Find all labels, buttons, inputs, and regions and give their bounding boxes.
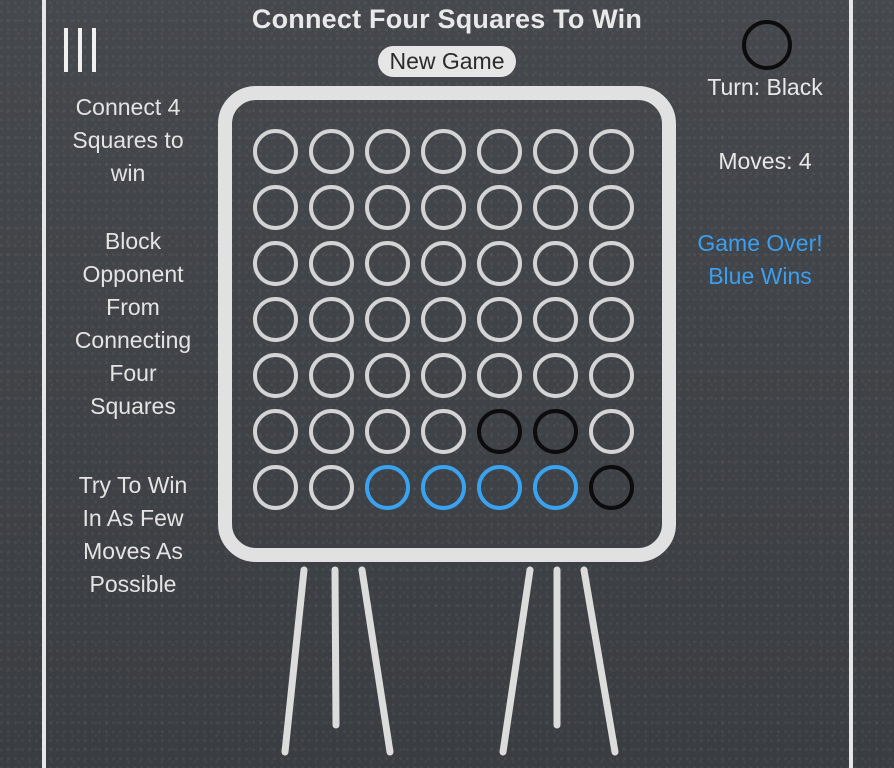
board-cell-empty[interactable] bbox=[309, 241, 354, 286]
board-cell-empty[interactable] bbox=[253, 241, 298, 286]
board-cell-empty[interactable] bbox=[365, 185, 410, 230]
board-cell-empty[interactable] bbox=[589, 297, 634, 342]
board-cell-empty[interactable] bbox=[365, 353, 410, 398]
board-cell-empty[interactable] bbox=[309, 409, 354, 454]
board-cell-empty[interactable] bbox=[533, 185, 578, 230]
board-cell-empty[interactable] bbox=[421, 297, 466, 342]
board-cell-empty[interactable] bbox=[421, 353, 466, 398]
board-cell-empty[interactable] bbox=[253, 409, 298, 454]
board-cell-empty[interactable] bbox=[421, 129, 466, 174]
board-cell-empty[interactable] bbox=[421, 185, 466, 230]
board-cell-empty[interactable] bbox=[253, 465, 298, 510]
game-board bbox=[218, 86, 676, 562]
board-cell-empty[interactable] bbox=[421, 409, 466, 454]
board-cell-empty[interactable] bbox=[589, 409, 634, 454]
board-cell-empty[interactable] bbox=[477, 129, 522, 174]
board-cell-empty[interactable] bbox=[589, 241, 634, 286]
board-cell-empty[interactable] bbox=[309, 297, 354, 342]
board-cell-empty[interactable] bbox=[477, 353, 522, 398]
board-cell-empty[interactable] bbox=[253, 353, 298, 398]
board-cell-black-piece[interactable] bbox=[477, 409, 522, 454]
board-cell-blue-piece[interactable] bbox=[421, 465, 466, 510]
board-cell-empty[interactable] bbox=[309, 465, 354, 510]
board-cell-blue-piece[interactable] bbox=[477, 465, 522, 510]
board-cell-empty[interactable] bbox=[421, 241, 466, 286]
board-cell-empty[interactable] bbox=[309, 129, 354, 174]
board-cell-black-piece[interactable] bbox=[589, 465, 634, 510]
board-cell-empty[interactable] bbox=[533, 297, 578, 342]
board-cell-empty[interactable] bbox=[253, 297, 298, 342]
board-cell-empty[interactable] bbox=[589, 353, 634, 398]
board-cell-empty[interactable] bbox=[309, 353, 354, 398]
board-cell-empty[interactable] bbox=[365, 409, 410, 454]
board-cell-empty[interactable] bbox=[253, 185, 298, 230]
board-cell-empty[interactable] bbox=[477, 297, 522, 342]
board-cell-empty[interactable] bbox=[533, 353, 578, 398]
board-cell-empty[interactable] bbox=[477, 185, 522, 230]
board-cell-empty[interactable] bbox=[477, 241, 522, 286]
board-cell-empty[interactable] bbox=[309, 185, 354, 230]
board-cell-empty[interactable] bbox=[365, 297, 410, 342]
board-cell-empty[interactable] bbox=[533, 241, 578, 286]
board-cell-blue-piece[interactable] bbox=[365, 465, 410, 510]
board-cell-empty[interactable] bbox=[589, 185, 634, 230]
board-cell-empty[interactable] bbox=[365, 241, 410, 286]
board-cell-blue-piece[interactable] bbox=[533, 465, 578, 510]
board-cell-empty[interactable] bbox=[533, 129, 578, 174]
board-cell-empty[interactable] bbox=[253, 129, 298, 174]
board-cell-black-piece[interactable] bbox=[533, 409, 578, 454]
board-cell-empty[interactable] bbox=[365, 129, 410, 174]
board-cell-empty[interactable] bbox=[589, 129, 634, 174]
